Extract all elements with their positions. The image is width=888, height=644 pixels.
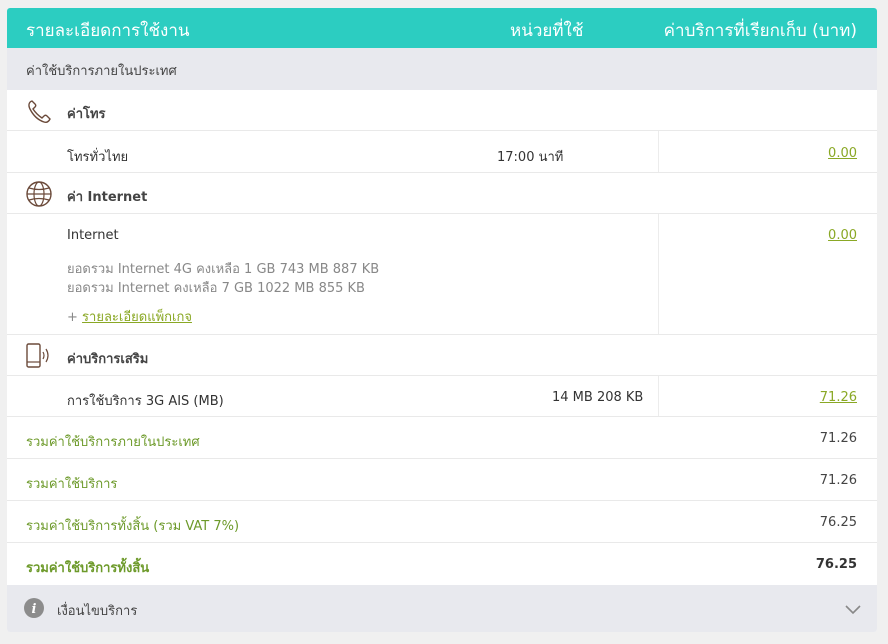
summary-value: 71.26 <box>819 473 857 488</box>
column-divider <box>658 131 659 172</box>
chevron-down-icon[interactable] <box>843 601 863 617</box>
plus-sign: + <box>67 310 78 325</box>
item-amount-link[interactable]: 0.00 <box>828 228 857 243</box>
grand-total-label: รวมค่าใช้บริการทั้งสิ้น <box>26 561 150 576</box>
internet-4g-remaining: ยอดรวม Internet 4G คงเหลือ 1 GB 743 MB 8… <box>67 262 380 277</box>
table-row: Internet 0.00 ยอดรวม Internet 4G คงเหลือ… <box>7 214 877 335</box>
summary-row: รวมค่าใช้บริการทั้งสิ้น (รวม VAT 7%) 76.… <box>7 501 877 543</box>
svg-text:i: i <box>32 602 37 617</box>
terms-label: เงื่อนไขบริการ <box>57 604 138 619</box>
category-label: ค่า Internet <box>67 190 148 205</box>
category-internet: ค่า Internet <box>7 173 877 214</box>
item-amount-link[interactable]: 0.00 <box>828 146 857 161</box>
info-icon: i <box>23 597 45 619</box>
item-unit: 14 MB 208 KB <box>552 390 644 405</box>
column-divider <box>658 376 659 416</box>
item-label: การใช้บริการ 3G AIS (MB) <box>67 394 224 409</box>
category-addon: ค่าบริการเสริม <box>7 335 877 376</box>
table-row: การใช้บริการ 3G AIS (MB) 14 MB 208 KB 71… <box>7 376 877 417</box>
phone-icon <box>24 96 54 126</box>
header-unit: หน่วยที่ใช้ <box>510 21 584 41</box>
summary-value: 76.25 <box>819 515 857 530</box>
summary-row: รวมค่าใช้บริการภายในประเทศ 71.26 <box>7 417 877 459</box>
category-label: ค่าบริการเสริม <box>67 352 149 367</box>
summary-label: รวมค่าใช้บริการภายในประเทศ <box>26 435 200 450</box>
section-title: ค่าใช้บริการภายในประเทศ <box>26 64 177 79</box>
globe-icon <box>24 179 54 209</box>
usage-card: รายละเอียดการใช้งาน หน่วยที่ใช้ ค่าบริกา… <box>7 8 877 632</box>
package-detail-link[interactable]: รายละเอียดแพ็กเกจ <box>82 310 192 325</box>
package-detail: + รายละเอียดแพ็กเกจ <box>67 306 192 327</box>
item-label: โทรทั่วไทย <box>67 150 129 165</box>
internet-remaining: ยอดรวม Internet คงเหลือ 7 GB 1022 MB 855… <box>67 281 365 296</box>
grand-total-value: 76.25 <box>815 557 857 572</box>
item-label: Internet <box>67 228 119 243</box>
column-divider <box>658 214 659 334</box>
table-row: โทรทั่วไทย 17:00 นาที 0.00 <box>7 131 877 173</box>
summary-label: รวมค่าใช้บริการทั้งสิ้น (รวม VAT 7%) <box>26 519 240 534</box>
category-label: ค่าโทร <box>67 107 106 122</box>
item-unit: 17:00 นาที <box>497 150 564 165</box>
mobile-signal-icon <box>24 341 54 371</box>
grand-total-row: รวมค่าใช้บริการทั้งสิ้น 76.25 <box>7 543 877 585</box>
summary-row: รวมค่าใช้บริการ 71.26 <box>7 459 877 501</box>
header-detail: รายละเอียดการใช้งาน <box>26 21 190 41</box>
item-amount-link[interactable]: 71.26 <box>820 390 857 405</box>
table-header: รายละเอียดการใช้งาน หน่วยที่ใช้ ค่าบริกา… <box>7 8 877 48</box>
page-background: รายละเอียดการใช้งาน หน่วยที่ใช้ ค่าบริกา… <box>0 0 888 644</box>
category-voice: ค่าโทร <box>7 90 877 131</box>
section-domestic: ค่าใช้บริการภายในประเทศ <box>7 48 877 90</box>
summary-label: รวมค่าใช้บริการ <box>26 477 118 492</box>
header-charge: ค่าบริการที่เรียกเก็บ (บาท) <box>663 21 857 41</box>
terms-accordion[interactable]: i เงื่อนไขบริการ <box>7 585 877 632</box>
summary-value: 71.26 <box>819 431 857 446</box>
